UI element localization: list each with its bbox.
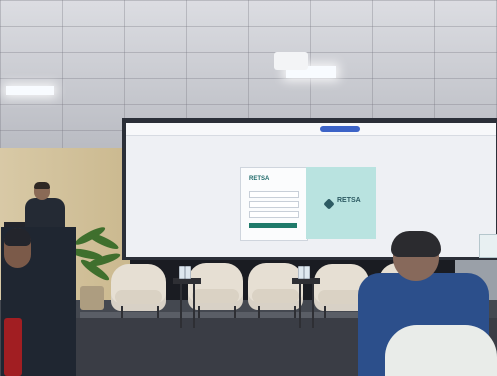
audience-right-hair xyxy=(391,231,441,257)
red-chair xyxy=(4,318,22,376)
conference-stage-photo: RETSA RETSA xyxy=(0,0,497,376)
login-field-3[interactable] xyxy=(249,211,299,218)
side-table-1-leg xyxy=(193,282,195,328)
side-table-1-leg xyxy=(180,282,182,328)
chair-leg xyxy=(198,306,200,318)
presentation-screen: RETSA RETSA xyxy=(126,123,496,257)
side-table-2-leg xyxy=(299,282,301,328)
plant-pot xyxy=(80,286,104,310)
chair-leg xyxy=(234,306,236,318)
audience-left-hair xyxy=(4,228,31,246)
speaker-hair xyxy=(34,182,50,189)
water-bottle xyxy=(304,266,310,279)
chair-leg xyxy=(294,306,296,318)
stage-chair-2 xyxy=(188,263,243,310)
brand-mark-icon xyxy=(323,198,335,210)
login-brand-title: RETSA xyxy=(249,176,270,182)
plant-leaf xyxy=(85,230,121,252)
chair-leg xyxy=(324,306,326,318)
browser-bar xyxy=(126,123,496,136)
chair-leg xyxy=(121,306,123,318)
side-table-2-leg xyxy=(312,282,314,328)
login-field-2[interactable] xyxy=(249,201,299,208)
stage-chair-3 xyxy=(248,263,303,310)
login-card: RETSA xyxy=(240,167,308,241)
audience-shoulder-foreground xyxy=(385,325,497,376)
login-field-1[interactable] xyxy=(249,191,299,198)
login-button[interactable] xyxy=(249,223,297,228)
brand-panel: RETSA xyxy=(306,167,376,239)
side-sign xyxy=(479,234,497,258)
chair-leg xyxy=(258,306,260,318)
chair-leg xyxy=(157,306,159,318)
water-bottle xyxy=(185,266,191,279)
brand-panel-title: RETSA xyxy=(337,197,361,204)
projector xyxy=(274,52,308,70)
browser-button[interactable] xyxy=(320,126,360,132)
ceiling-light-left xyxy=(6,86,54,95)
